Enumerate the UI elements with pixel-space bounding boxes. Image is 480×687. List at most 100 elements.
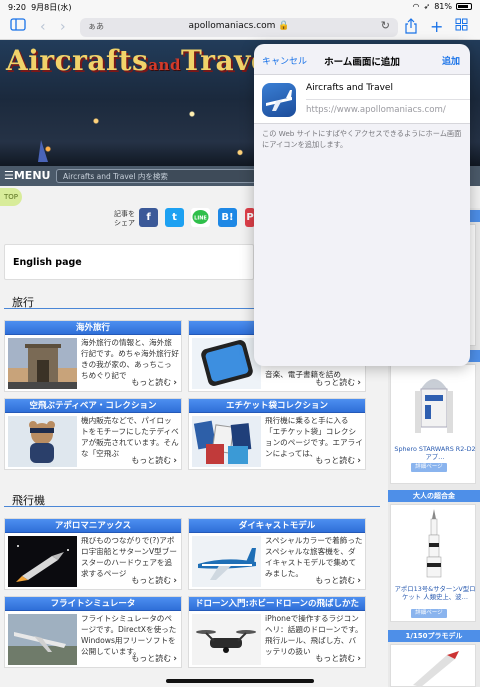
battery-icon [456,3,472,10]
url-text: apollomaniacs.com 🔒 [80,21,398,31]
chevron-right-icon: › [357,654,361,664]
read-more-link[interactable]: もっと読む › [315,653,361,664]
divider [306,99,470,100]
read-more-link[interactable]: もっと読む › [315,377,361,388]
line-icon[interactable]: LINE [191,208,210,227]
card-title: 海外旅行 [5,321,181,335]
sidebar-icon[interactable] [10,18,26,36]
reload-icon[interactable]: ↻ [381,19,390,32]
top-link[interactable]: TOP [0,188,22,206]
share-label: 記事を シェア [114,210,135,228]
read-more-label: もっと読む [131,378,172,387]
sidebar-item-rocket-model[interactable] [390,644,476,687]
read-more-link[interactable]: もっと読む › [131,377,177,388]
chevron-right-icon: › [173,654,177,664]
popover-header: ホーム画面に追加 キャンセル 追加 [254,44,470,74]
time-text: 9:20 [8,3,26,12]
cancel-button[interactable]: キャンセル [262,54,307,67]
arc-de-triomphe-image [8,338,77,389]
diecast-airliner-image [192,536,261,587]
saturn-v-image [426,509,442,578]
english-page-link[interactable]: English page [4,244,254,280]
twitter-icon[interactable]: t [165,208,184,227]
app-name-field[interactable]: Aircrafts and Travel [306,83,393,93]
card-description: 飛行機に乗ると手に入る「エチケット袋」コレクションのページです。エアラインによっ… [265,416,363,458]
share-label-line1: 記事を [114,210,135,218]
battery-percent: 81% [434,2,452,11]
chevron-right-icon: › [357,456,361,466]
add-to-home-popover: ホーム画面に追加 キャンセル 追加 Aircrafts and Travel h… [254,44,470,366]
svg-text:LINE: LINE [194,216,207,222]
card-description: 海外旅行の情報と、海外旅行記です。めちゃ海外旅行好きの我が家の、あっちこっちめぐ… [81,338,179,380]
sidebar-head-plastic-model: 1/150プラモデル [388,630,480,642]
apollo-spacecraft-image [8,536,77,587]
read-more-link[interactable]: もっと読む › [131,575,177,586]
chevron-right-icon: › [357,378,361,388]
url-value: apollomaniacs.com [188,21,276,31]
sidebar-item-saturn-v[interactable]: アポロ13号&サターンV型ロケット 人類史上、波… 詳細ページ [390,504,476,622]
card-etiquette-bag[interactable]: エチケット袋コレクション 飛行機に乗ると手に入る「エチケット袋」コレクションのペ… [188,398,366,470]
logo-aircrafts: Aircrafts [6,44,149,77]
english-page-label: English page [13,257,82,268]
card-title: エチケット袋コレクション [189,399,365,413]
status-bar: 9:20 9月8日(水) ◠ ➶ 81% [0,0,480,14]
date-text: 9月8日(水) [31,3,72,12]
app-icon [262,83,296,117]
sidebar-item-r2d2[interactable]: Sphero STARWARS R2-D2 アプ… 詳細ページ [390,364,476,484]
site-search-input[interactable]: Aircrafts and Travel 内を検索 [56,169,256,183]
read-more-link[interactable]: もっと読む › [315,575,361,586]
detail-page-button[interactable]: 詳細ページ [411,463,447,472]
card-flight-simulator[interactable]: フライトシミュレータ フライトシミュレータのページです。DirectXを使ったW… [4,596,182,668]
detail-page-button[interactable]: 詳細ページ [411,609,447,618]
share-icon[interactable] [405,18,417,39]
read-more-label: もっと読む [315,456,356,465]
status-time: 9:20 9月8日(水) [8,2,71,13]
site-logo[interactable]: AircraftsandTravel [6,44,280,77]
facebook-icon[interactable]: f [139,208,158,227]
hatena-bookmark-icon[interactable]: B! [218,208,237,227]
lock-icon: 🔒 [278,21,290,31]
card-description: 飛びものつながりで(?)アポロ宇宙船とサターンV型ブースターのハードウェアを追求… [81,536,177,578]
menu-button[interactable]: ☰MENU [4,169,50,182]
card-title: 空飛ぶテディベア・コレクション [5,399,181,413]
logo-and: and [148,56,181,74]
card-title: フライトシミュレータ [5,597,181,611]
read-more-label: もっと読む [131,456,172,465]
new-tab-icon[interactable]: + [430,18,443,36]
sidebar-item-caption[interactable]: Sphero STARWARS R2-D2 アプ… [393,445,477,461]
sidebar-item-caption[interactable]: アポロ13号&サターンV型ロケット 人類史上、波… [393,585,477,601]
read-more-label: もっと読む [315,576,356,585]
wifi-icon: ◠ [412,2,420,11]
home-indicator [166,679,314,683]
card-teddy-bear[interactable]: 空飛ぶテディベア・コレクション 機内販売などで、パイロットをモチーフにしたテディ… [4,398,182,470]
iphone-image [192,338,261,389]
location-icon: ➶ [423,2,431,11]
teddy-bear-image [8,416,77,467]
rocket-model-image [413,651,459,687]
card-description: 機内販売などで、パイロットをモチーフにしたテディベアが販売されています。そんな「… [81,416,179,458]
card-overseas-travel[interactable]: 海外旅行 海外旅行の情報と、海外旅行記です。めちゃ海外旅行好きの我が家の、あっち… [4,320,182,392]
app-info-card: Aircrafts and Travel https://www.apollom… [254,74,470,124]
read-more-link[interactable]: もっと読む › [315,455,361,466]
drone-image [192,614,261,665]
card-diecast-model[interactable]: ダイキャストモデル スペシャルカラーで着飾ったスペシャルな旅客機を、ダイキャスト… [188,518,366,590]
card-title: ダイキャストモデル [189,519,365,533]
read-more-label: もっと読む [131,654,172,663]
popover-description: この Web サイトにすばやくアクセスできるようにホーム画面にアイコンを追加しま… [262,129,462,149]
back-icon[interactable]: ‹ [40,18,46,36]
tabs-icon[interactable] [455,18,468,36]
card-description: iPhoneで操作するラジコンヘリ：話題のドローンです。飛行ルール、飛ばし方、バ… [265,614,363,656]
card-title: アポロマニアックス [5,519,181,533]
read-more-label: もっと読む [315,378,356,387]
read-more-link[interactable]: もっと読む › [131,653,177,664]
app-url: https://www.apollomaniacs.com/ [306,105,446,115]
card-apollo-maniacs[interactable]: アポロマニアックス 飛びものつながりで(?)アポロ宇宙船とサターンV型ブースター… [4,518,182,590]
address-bar[interactable]: ぁあ apollomaniacs.com 🔒 ↻ [80,18,398,37]
add-button[interactable]: 追加 [442,54,460,67]
card-description: フライトシミュレータのページです。DirectXを使ったWindows用フリーソ… [81,614,177,656]
card-description: スペシャルカラーで着飾ったスペシャルな旅客機を、ダイキャストモデルで集めてみまし… [265,536,363,578]
card-drone-intro[interactable]: ドローン入門:ホビードローンの飛ばしかた iPhoneで操作するラジコンヘリ：話… [188,596,366,668]
chevron-right-icon: › [357,576,361,586]
forward-icon[interactable]: › [60,18,66,36]
read-more-link[interactable]: もっと読む › [131,455,177,466]
